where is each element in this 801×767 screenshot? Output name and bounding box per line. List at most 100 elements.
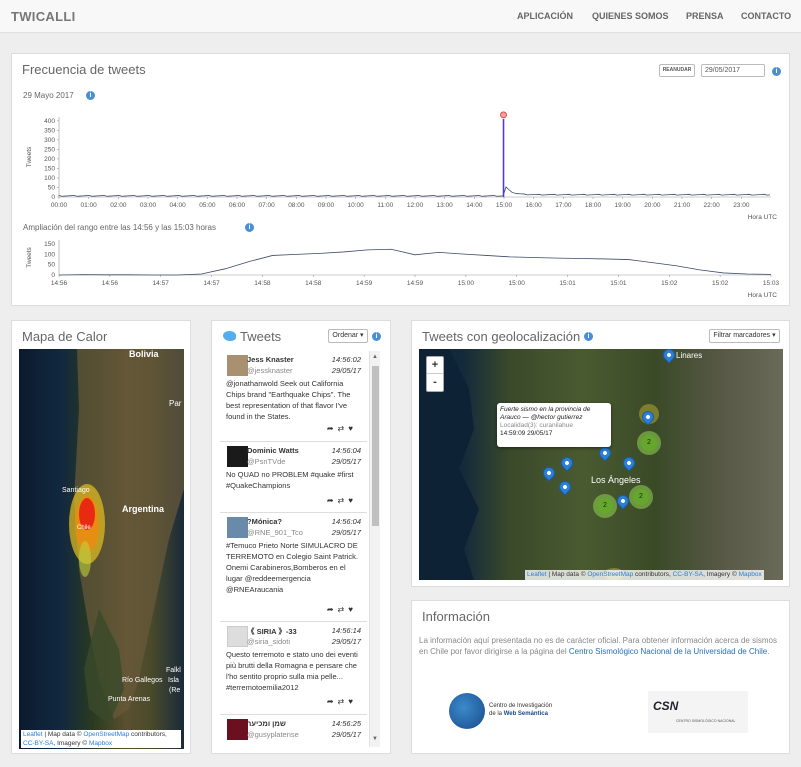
y-tick-label: 150 <box>44 241 55 248</box>
tweet-author[interactable]: שמן ומכיער <box>247 719 286 728</box>
x-tick-label: 15:03 <box>763 280 780 287</box>
x-tick-label: 20:00 <box>644 202 661 209</box>
tweet-actions[interactable]: ➦⇄♥ <box>327 697 357 706</box>
x-tick-label: 12:00 <box>407 202 424 209</box>
filter-markers-button[interactable]: Filtrar marcadores ▾ <box>709 329 780 343</box>
scroll-down-arrow-icon[interactable]: ▼ <box>372 736 378 742</box>
nav-quienes-somos[interactable]: QUIENES SOMOS <box>592 11 669 21</box>
x-tick-label: 06:00 <box>229 202 246 209</box>
marker-cluster[interactable]: 2 <box>629 485 653 509</box>
marker-cluster[interactable]: 2 <box>637 431 661 455</box>
zoom-out-button[interactable]: - <box>427 374 443 391</box>
tweet-item[interactable]: Dominic Watts @PsnTVde 14:56:04 29/05/17… <box>220 442 367 513</box>
tweet-author[interactable]: Jess Knaster <box>247 355 294 364</box>
x-tick-label: 07:00 <box>259 202 276 209</box>
tweet-item[interactable]: 《 SIRIA 》-33 @siria_sidoti 14:56:14 29/0… <box>220 622 367 715</box>
geo-map[interactable]: + - Linares Los Ángeles 2 2 2 Fuerte sis… <box>419 349 783 580</box>
avatar[interactable] <box>227 719 248 740</box>
peak-marker <box>500 111 507 119</box>
map-label-paraguay: Par <box>169 399 182 408</box>
resume-button[interactable]: REANUDAR <box>659 64 695 77</box>
tweet-handle[interactable]: @RNE_901_Tco <box>247 528 303 537</box>
frequency-title: Frecuencia de tweets <box>22 62 146 77</box>
info-icon[interactable]: i <box>584 332 593 341</box>
tweet-actions[interactable]: ➦⇄♥ <box>327 496 357 505</box>
tweet-item[interactable]: שמן ומכיער @gusyplatense 14:56:25 29/05/… <box>220 715 367 749</box>
tweet-handle[interactable]: @PsnTVde <box>247 457 285 466</box>
cluster-count: 2 <box>633 489 649 505</box>
osm-link[interactable]: OpenStreetMap <box>83 731 129 738</box>
tweet-date: 29/05/17 <box>331 637 361 646</box>
csn-logo[interactable]: CSN CENTRO SISMOLÓGICO NACIONAL <box>648 691 748 733</box>
x-axis-label: Hora UTC <box>748 214 778 221</box>
tweet-handle[interactable]: @jessknaster <box>247 366 293 375</box>
cc-link[interactable]: CC-BY-SA <box>23 740 53 747</box>
heatmap-terrain <box>69 349 184 724</box>
y-axis-label: Tweets <box>26 146 33 167</box>
nav-prensa[interactable]: PRENSA <box>686 11 724 21</box>
frequency-panel: Frecuencia de tweets REANUDAR 29/05/2017… <box>11 53 790 306</box>
map-label-re: (Re <box>169 687 181 694</box>
ciws-logo-line1: Centro de Investigación <box>489 703 553 709</box>
heatmap-map[interactable]: Bolivia Par Santiago Argentina Chile Fal… <box>19 349 184 749</box>
leaflet-link[interactable]: Leaflet <box>527 571 547 578</box>
mapbox-link[interactable]: Mapbox <box>739 571 762 578</box>
tweet-list[interactable]: Jess Knaster @jessknaster 14:56:02 29/05… <box>212 351 392 749</box>
scroll-up-arrow-icon[interactable]: ▲ <box>372 354 378 360</box>
tweet-handle[interactable]: @gusyplatense <box>247 730 299 739</box>
info-icon[interactable]: i <box>372 332 381 341</box>
avatar[interactable] <box>227 446 248 467</box>
tweet-time: 14:56:02 <box>331 355 361 364</box>
x-tick-label: 15:00 <box>458 280 475 287</box>
tweet-handle[interactable]: @siria_sidoti <box>247 637 290 646</box>
order-button[interactable]: Ordenar ▾ <box>328 329 368 343</box>
x-tick-label: 14:56 <box>102 280 119 287</box>
tweet-list-scrollbar[interactable]: ▲ ▼ <box>369 351 380 747</box>
scroll-thumb[interactable] <box>372 366 379 526</box>
tweet-frequency-chart[interactable]: 0 50 100 150 200 250 300 350 400 00:00 01:00 02:00 0… <box>12 104 791 224</box>
x-tick-label: 10:00 <box>348 202 365 209</box>
info-icon[interactable]: i <box>86 91 95 100</box>
zoom-in-button[interactable]: + <box>427 357 443 374</box>
tweet-actions[interactable]: ➦⇄♥ <box>327 424 357 433</box>
brand-logo[interactable]: TWICALLI <box>11 9 76 24</box>
tweet-author[interactable]: Dominic Watts <box>247 446 299 455</box>
zoom-range-chart[interactable]: 0 50 100 150 14:56 14:56 14:57 14:57 14:58 14:58 1… <box>12 234 791 304</box>
tweet-actions[interactable]: ➦⇄♥ <box>327 605 357 614</box>
tweet-author[interactable]: ?Mónica? <box>247 517 282 526</box>
map-popup[interactable]: Fuerte sismo en la provincia de Arauco —… <box>497 403 611 447</box>
navbar: TWICALLI APLICACIÓN QUIENES SOMOS PRENSA… <box>0 0 801 33</box>
x-tick-label: 03:00 <box>140 202 157 209</box>
map-label-argentina: Argentina <box>122 504 165 514</box>
csn-logo-text: CSN <box>653 699 679 713</box>
csn-link[interactable]: Centro Sismológico Nacional de la Univer… <box>569 647 767 656</box>
ciws-logo[interactable]: Centro de Investigación de la Web Semánt… <box>449 691 569 731</box>
y-tick-label: 100 <box>44 175 55 182</box>
tweet-item[interactable]: ?Mónica? @RNE_901_Tco 14:56:04 29/05/17 … <box>220 513 367 622</box>
nav-aplicacion[interactable]: APLICACIÓN <box>517 11 573 21</box>
info-icon[interactable]: i <box>772 67 781 76</box>
x-tick-label: 16:00 <box>526 202 543 209</box>
tweet-date: 29/05/17 <box>331 528 361 537</box>
y-tick-label: 0 <box>51 194 55 201</box>
cc-link[interactable]: CC-BY-SA <box>673 571 703 578</box>
marker-cluster[interactable]: 2 <box>593 494 617 518</box>
map-label-bolivia: Bolivia <box>129 349 159 359</box>
popup-time: 14:59:09 29/05/17 <box>500 430 553 437</box>
x-tick-label: 18:00 <box>585 202 602 209</box>
popup-location: Localidad(3): curanilahue <box>500 422 573 429</box>
date-input[interactable]: 29/05/2017 <box>701 64 765 77</box>
avatar[interactable] <box>227 355 248 376</box>
tweet-author[interactable]: 《 SIRIA 》-33 <box>247 626 297 637</box>
geo-attribution: Leaflet | Map data © OpenStreetMap contr… <box>525 570 764 580</box>
y-tick-label: 50 <box>48 184 56 191</box>
nav-contacto[interactable]: CONTACTO <box>741 11 791 21</box>
mapbox-link[interactable]: Mapbox <box>89 740 112 747</box>
avatar[interactable] <box>227 626 248 647</box>
date-label: 29 Mayo 2017 <box>23 91 74 100</box>
info-icon[interactable]: i <box>245 223 254 232</box>
osm-link[interactable]: OpenStreetMap <box>587 571 633 578</box>
avatar[interactable] <box>227 517 248 538</box>
tweet-item[interactable]: Jess Knaster @jessknaster 14:56:02 29/05… <box>220 351 367 442</box>
leaflet-link[interactable]: Leaflet <box>23 731 43 738</box>
